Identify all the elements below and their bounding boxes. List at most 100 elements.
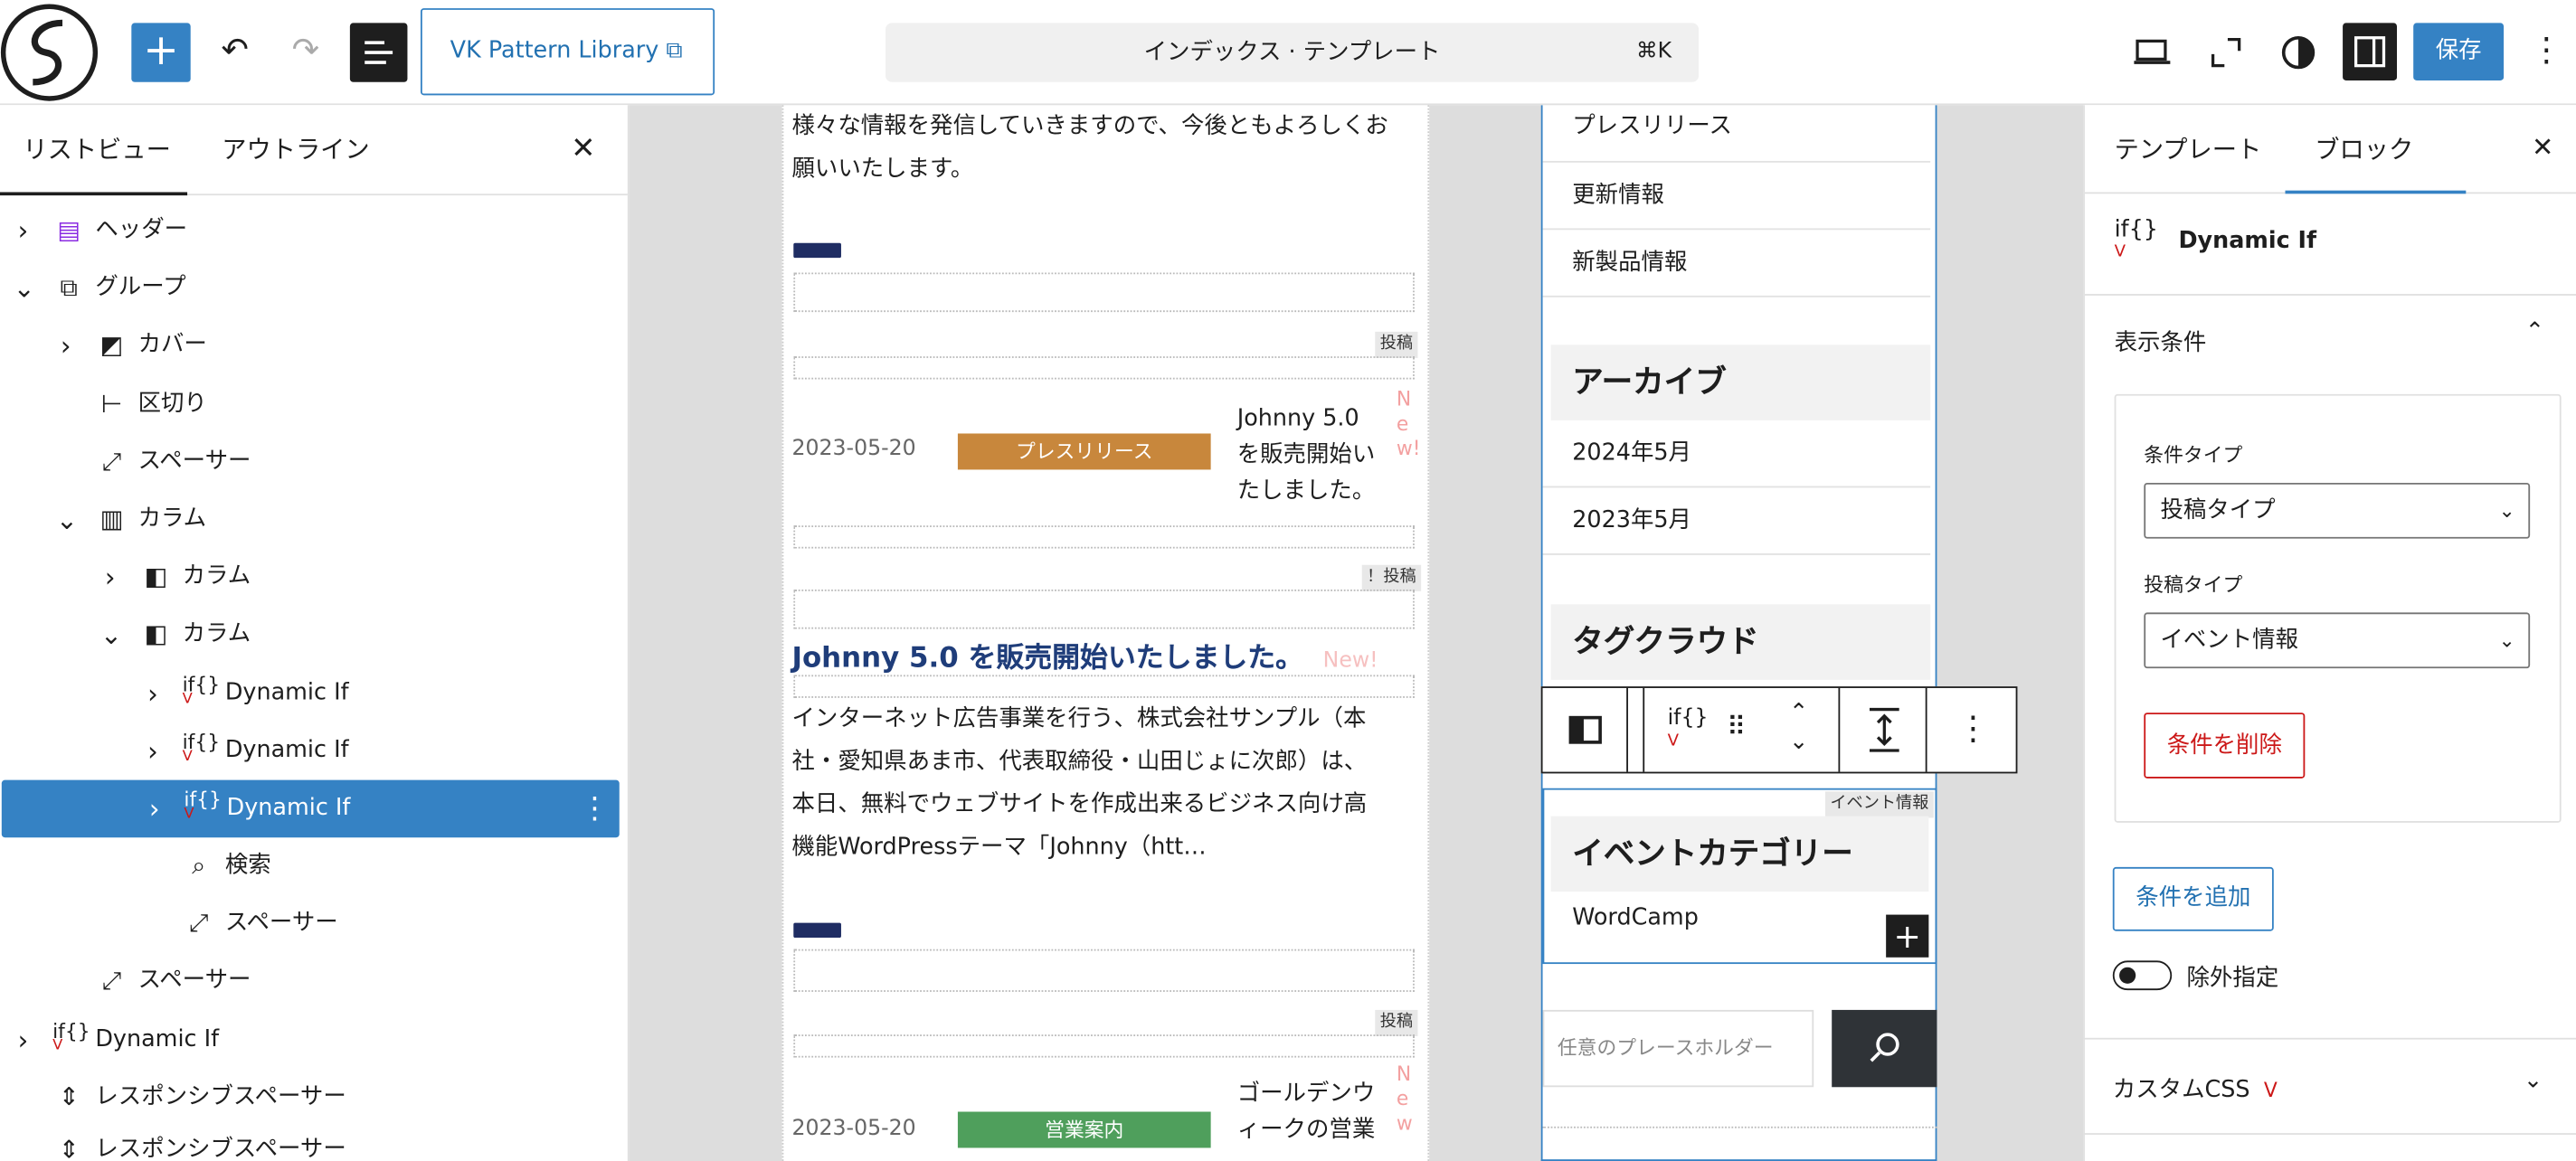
spacer-block[interactable]: [793, 272, 1415, 313]
save-button[interactable]: 保存: [2413, 23, 2505, 80]
tab-list-view[interactable]: リストビュー: [0, 105, 188, 196]
category-link[interactable]: プレスリリース: [1542, 105, 1931, 163]
exclude-toggle[interactable]: [2112, 960, 2173, 991]
list-view-item[interactable]: › if{} V Dynamic If ⋮: [1, 779, 620, 838]
column-icon: ◧: [144, 618, 168, 649]
list-view-item[interactable]: ⤢ スペーサー: [0, 433, 628, 491]
list-view-item[interactable]: ⌄ ▥ カラム: [0, 491, 628, 549]
post-title[interactable]: ゴールデンウ ィークの営業: [1237, 1076, 1395, 1148]
item-options-icon[interactable]: ⋮: [580, 780, 610, 838]
shortcut-hint: ⌘K: [1636, 39, 1672, 64]
add-block-inline-button[interactable]: +: [1886, 914, 1929, 958]
list-view-item[interactable]: ⊢ 区切り: [0, 376, 628, 434]
list-view-item-label: カバー: [137, 331, 207, 358]
category-link[interactable]: 新製品情報: [1542, 230, 1931, 297]
spacer-icon: ⤢: [101, 446, 122, 477]
fullscreen-icon[interactable]: [2208, 34, 2244, 71]
document-overview-button[interactable]: [349, 23, 408, 82]
custom-css-label[interactable]: カスタムCSS V: [2113, 1072, 2278, 1105]
chevron-up-icon[interactable]: ⌃: [2525, 318, 2544, 345]
list-view-item[interactable]: › ▤ ヘッダー: [0, 202, 628, 260]
chevron-right-icon[interactable]: ›: [145, 780, 165, 838]
list-view-item[interactable]: ⇕ レスポンシブスペーサー: [0, 1069, 628, 1127]
list-view-item[interactable]: › ◩ カバー: [0, 317, 628, 375]
spacer-block[interactable]: [793, 356, 1415, 380]
event-category-link[interactable]: WordCamp: [1572, 905, 1699, 931]
settings-sidebar-toggle[interactable]: [2343, 23, 2398, 80]
add-condition-button[interactable]: 条件を追加: [2112, 866, 2274, 931]
responsive-spacer-icon: [1869, 707, 1899, 752]
archive-link[interactable]: 2024年5月: [1542, 420, 1931, 488]
list-view-item[interactable]: ⌄ ⧉ グループ: [0, 260, 628, 317]
list-view-item[interactable]: ⌄ ◧ カラム: [0, 606, 628, 664]
chevron-down-icon[interactable]: ⌄: [14, 260, 35, 317]
undo-icon[interactable]: ↶: [215, 30, 255, 76]
list-view-item[interactable]: ⌕ 検索: [0, 837, 628, 895]
drag-handle-icon[interactable]: ⠿: [1727, 711, 1746, 742]
vk-pattern-library-button[interactable]: VK Pattern Library ⧉: [420, 8, 715, 96]
condition-type-select[interactable]: 投稿タイプ ⌄: [2144, 482, 2531, 539]
selected-dynamic-if-block[interactable]: イベント情報 イベントカテゴリー WordCamp +: [1542, 788, 1937, 965]
list-view-item[interactable]: › if{} V Dynamic If: [0, 665, 628, 723]
list-view-item[interactable]: ⤢ スペーサー: [0, 895, 628, 953]
redo-icon[interactable]: ↷: [286, 30, 326, 76]
sidebar-column: プレスリリース 更新情報 新製品情報 アーカイブ 2024年5月 2023年5月…: [1540, 105, 1937, 1161]
list-view-item[interactable]: › if{} V Dynamic If: [0, 722, 628, 780]
post-type-tag: 投稿: [1375, 331, 1418, 358]
desktop-view-icon[interactable]: [2133, 36, 2173, 69]
dynamic-if-icon[interactable]: if{} V: [1668, 708, 1709, 752]
command-palette-button[interactable]: インデックス · テンプレート ⌘K: [886, 23, 1700, 82]
chevron-down-icon[interactable]: ⌄: [56, 491, 78, 549]
spacer-block[interactable]: [793, 589, 1415, 629]
options-menu-icon[interactable]: ⋮: [2530, 30, 2562, 76]
chevron-down-icon[interactable]: ⌄: [100, 606, 122, 664]
tab-template[interactable]: テンプレート: [2115, 105, 2279, 194]
styles-contrast-icon[interactable]: [2278, 33, 2318, 72]
list-view-item[interactable]: › ◧ カラム: [0, 549, 628, 607]
spacer-block[interactable]: [793, 525, 1415, 549]
header-icon: ▤: [57, 214, 81, 245]
close-icon[interactable]: ✕: [565, 131, 601, 167]
chevron-right-icon[interactable]: ›: [100, 549, 120, 607]
select-parent-button[interactable]: [1543, 687, 1628, 772]
list-view-item[interactable]: ⤢ スペーサー: [0, 952, 628, 1010]
document-title: インデックス · テンプレート: [1143, 39, 1441, 66]
delete-condition-button[interactable]: 条件を削除: [2144, 713, 2306, 779]
spacer-block[interactable]: [793, 675, 1415, 698]
chevron-right-icon[interactable]: ›: [14, 202, 33, 260]
tagcloud-heading: タグクラウド: [1550, 604, 1931, 680]
list-view-item[interactable]: ⇕ レスポンシブスペーサー: [0, 1121, 628, 1161]
spacer-block[interactable]: [793, 1034, 1415, 1058]
chevron-down-icon[interactable]: ⌄: [2524, 1067, 2543, 1093]
spacer-block[interactable]: [793, 949, 1415, 992]
list-view-item-label: グループ: [95, 274, 186, 301]
list-view-item-label: スペーサー: [137, 967, 251, 994]
list-view-item-label: カラム: [137, 505, 207, 533]
chevron-right-icon[interactable]: ›: [143, 665, 163, 723]
archive-link[interactable]: 2023年5月: [1542, 487, 1931, 555]
search-button[interactable]: [1832, 1009, 1937, 1088]
search-input[interactable]: 任意のプレースホルダー: [1542, 1009, 1814, 1088]
list-view-item[interactable]: › if{} V Dynamic If: [0, 1012, 628, 1070]
site-logo-icon[interactable]: [0, 4, 99, 102]
post-type-select[interactable]: イベント情報 ⌄: [2144, 612, 2531, 669]
move-up-down-icon[interactable]: ⌃ ⌄: [1789, 698, 1808, 757]
list-view-item-label: ヘッダー: [95, 216, 188, 243]
tab-outline[interactable]: アウトライン: [222, 105, 386, 195]
category-badge[interactable]: 営業案内: [957, 1111, 1211, 1148]
responsive-spacer-button[interactable]: [1840, 687, 1927, 772]
chevron-right-icon[interactable]: ›: [56, 317, 76, 375]
post-title[interactable]: Johnny 5.0 を販売開始い たしました。: [1237, 401, 1395, 509]
add-block-button[interactable]: +: [131, 23, 191, 82]
feature-post-title[interactable]: Johnny 5.0 を販売開始いたしました。 New!: [791, 634, 1378, 675]
close-icon[interactable]: ✕: [2532, 131, 2553, 163]
more-options-icon[interactable]: ⋮: [1927, 708, 2020, 754]
chevron-right-icon[interactable]: ›: [14, 1012, 33, 1070]
tab-block[interactable]: ブロック: [2285, 105, 2467, 194]
chevron-right-icon[interactable]: ›: [143, 722, 163, 780]
section-title[interactable]: 表示条件: [2115, 326, 2207, 358]
category-badge[interactable]: プレスリリース: [957, 433, 1211, 470]
condition-type-label: 条件タイプ: [2144, 443, 2243, 467]
category-link[interactable]: 更新情報: [1542, 163, 1931, 231]
chevron-down-icon: ⌄: [2498, 499, 2515, 523]
